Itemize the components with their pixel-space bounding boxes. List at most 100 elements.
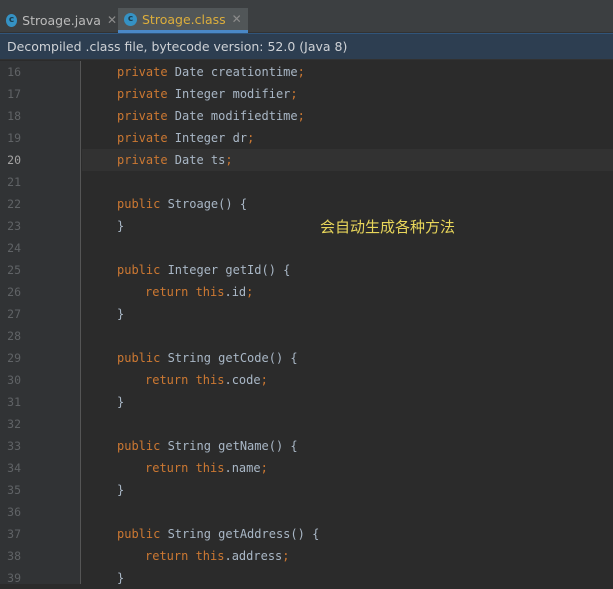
code-line[interactable]: 17 private Integer modifier; bbox=[0, 83, 613, 105]
code-token: .code bbox=[224, 373, 261, 387]
line-number: 38 bbox=[7, 549, 21, 563]
line-number: 20 bbox=[7, 153, 21, 167]
class-icon: c bbox=[124, 12, 137, 26]
code-token: .id bbox=[224, 285, 247, 299]
keyword-token: ; bbox=[290, 87, 298, 101]
line-number: 22 bbox=[7, 197, 21, 211]
code-token: String getCode() { bbox=[160, 351, 298, 365]
code-text: private Date modifiedtime; bbox=[82, 105, 613, 127]
code-token: Date ts bbox=[167, 153, 226, 167]
code-line[interactable]: 28 bbox=[0, 325, 613, 347]
keyword-token: ; bbox=[260, 461, 268, 475]
code-line[interactable]: 26 return this.id; bbox=[0, 281, 613, 303]
code-line[interactable]: 30 return this.code; bbox=[0, 369, 613, 391]
line-number: 24 bbox=[7, 241, 21, 255]
line-number: 23 bbox=[7, 219, 21, 233]
editor-tab-bar: c Stroage.java ✕ c Stroage.class ✕ bbox=[0, 0, 613, 33]
line-number: 34 bbox=[7, 461, 21, 475]
line-number: 33 bbox=[7, 439, 21, 453]
code-line[interactable]: 39} bbox=[0, 567, 613, 589]
code-token: Date creationtime bbox=[167, 65, 298, 79]
code-text: public String getCode() { bbox=[82, 347, 613, 369]
keyword-token: ; bbox=[260, 373, 268, 387]
code-line[interactable]: 27} bbox=[0, 303, 613, 325]
code-text: } bbox=[82, 567, 613, 589]
code-token: } bbox=[117, 219, 125, 233]
code-line[interactable]: 24 bbox=[0, 237, 613, 259]
code-line[interactable]: 20 private Date ts; bbox=[0, 149, 613, 171]
code-line[interactable]: 19 private Integer dr; bbox=[0, 127, 613, 149]
code-token: String getName() { bbox=[160, 439, 298, 453]
keyword-token: private bbox=[117, 87, 168, 101]
keyword-token: private bbox=[117, 131, 168, 145]
code-token: .name bbox=[224, 461, 261, 475]
code-token: } bbox=[117, 395, 125, 409]
code-text: public String getName() { bbox=[82, 435, 613, 457]
code-line[interactable]: 29 public String getCode() { bbox=[0, 347, 613, 369]
code-text: } bbox=[82, 303, 613, 325]
code-line[interactable]: 36 bbox=[0, 501, 613, 523]
line-number: 27 bbox=[7, 307, 21, 321]
tab-stroage-java[interactable]: c Stroage.java ✕ bbox=[0, 8, 117, 32]
keyword-token: return this bbox=[145, 549, 225, 563]
keyword-token: public bbox=[117, 197, 161, 211]
code-text: return this.code; bbox=[82, 369, 613, 391]
tab-stroage-class[interactable]: c Stroage.class ✕ bbox=[118, 8, 248, 33]
keyword-token: ; bbox=[225, 153, 233, 167]
code-line[interactable]: 25 public Integer getId() { bbox=[0, 259, 613, 281]
close-icon[interactable]: ✕ bbox=[107, 13, 117, 27]
code-text: } bbox=[82, 391, 613, 413]
code-token: .address bbox=[224, 549, 283, 563]
keyword-token: public bbox=[117, 263, 161, 277]
keyword-token: return this bbox=[145, 373, 225, 387]
code-line[interactable]: 31} bbox=[0, 391, 613, 413]
code-line[interactable]: 38 return this.address; bbox=[0, 545, 613, 567]
line-number: 30 bbox=[7, 373, 21, 387]
code-line[interactable]: 37 public String getAddress() { bbox=[0, 523, 613, 545]
code-line[interactable]: 34 return this.name; bbox=[0, 457, 613, 479]
code-text: private Integer dr; bbox=[82, 127, 613, 149]
keyword-token: public bbox=[117, 439, 161, 453]
code-text: return this.address; bbox=[82, 545, 613, 567]
keyword-token: private bbox=[117, 109, 168, 123]
code-token: String getAddress() { bbox=[160, 527, 320, 541]
code-text: public String getAddress() { bbox=[82, 523, 613, 545]
line-number: 31 bbox=[7, 395, 21, 409]
code-text: public Integer getId() { bbox=[82, 259, 613, 281]
code-line[interactable]: 23} bbox=[0, 215, 613, 237]
annotation-text: 会自动生成各种方法 bbox=[320, 218, 456, 236]
code-line[interactable]: 21 bbox=[0, 171, 613, 193]
keyword-token: public bbox=[117, 527, 161, 541]
decompiled-info-banner: Decompiled .class file, bytecode version… bbox=[0, 33, 613, 60]
close-icon[interactable]: ✕ bbox=[232, 12, 242, 26]
code-text: return this.name; bbox=[82, 457, 613, 479]
code-text: private Integer modifier; bbox=[82, 83, 613, 105]
code-text: public Stroage() { bbox=[82, 193, 613, 215]
code-line[interactable]: 35} bbox=[0, 479, 613, 501]
code-token: Date modifiedtime bbox=[167, 109, 298, 123]
code-token: Integer getId() { bbox=[160, 263, 291, 277]
line-number: 18 bbox=[7, 109, 21, 123]
code-token: Integer dr bbox=[167, 131, 248, 145]
code-token: Integer modifier bbox=[167, 87, 291, 101]
code-token: Stroage() { bbox=[160, 197, 248, 211]
line-number: 21 bbox=[7, 175, 21, 189]
code-editor[interactable]: 16 private Date creationtime; 17 private In… bbox=[0, 61, 613, 585]
keyword-token: ; bbox=[247, 131, 255, 145]
code-line[interactable]: 16 private Date creationtime; bbox=[0, 61, 613, 83]
code-line[interactable]: 18 private Date modifiedtime; bbox=[0, 105, 613, 127]
code-token: } bbox=[117, 483, 125, 497]
code-line[interactable]: 32 bbox=[0, 413, 613, 435]
code-text: return this.id; bbox=[82, 281, 613, 303]
code-line[interactable]: 22 public Stroage() { bbox=[0, 193, 613, 215]
info-text: Decompiled .class file, bytecode version… bbox=[7, 39, 348, 54]
code-line[interactable]: 33 public String getName() { bbox=[0, 435, 613, 457]
keyword-token: private bbox=[117, 153, 168, 167]
tab-label: Stroage.java bbox=[22, 12, 101, 28]
keyword-token: return this bbox=[145, 285, 225, 299]
code-token: } bbox=[117, 307, 125, 321]
